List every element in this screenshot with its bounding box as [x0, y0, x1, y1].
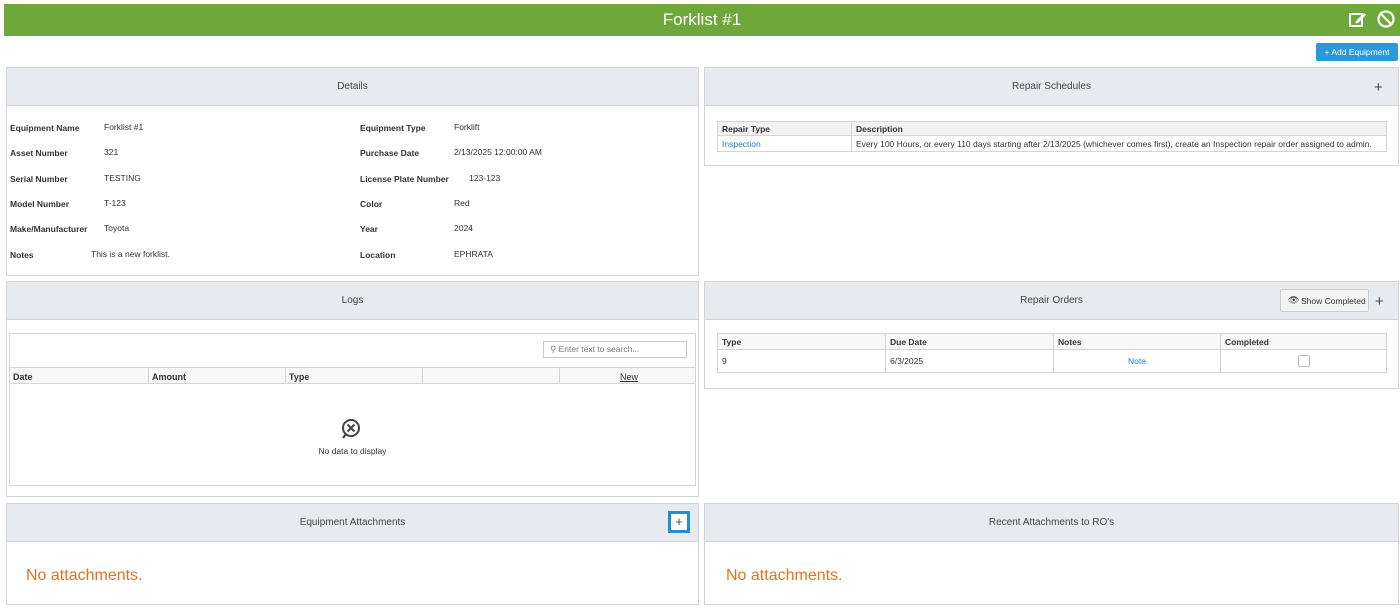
purchase-date-value: 2/13/2025 12:00:00 AM [454, 147, 542, 157]
logs-title: Logs [341, 295, 364, 306]
show-completed-label: Show Completed [1301, 296, 1366, 306]
eye-icon: 👁 [1288, 295, 1300, 305]
repair-orders-table: Type Due Date Notes Completed 9 6/3/2025… [717, 333, 1387, 373]
equipment-attachments-header: Equipment Attachments + [7, 504, 698, 542]
logs-header-row: Date Amount Type New [10, 367, 695, 384]
cancel-circle-icon[interactable] [1376, 9, 1396, 29]
equipment-attachments-panel: Equipment Attachments + No attachments. [6, 503, 699, 605]
equipment-attachments-title: Equipment Attachments [299, 517, 406, 528]
search-icon: ⚲ [550, 344, 557, 354]
equipment-name-label: Equipment Name [10, 123, 80, 133]
repair-orders-panel: Repair Orders 👁 Show Completed + Type Du… [704, 281, 1399, 389]
column-divider [559, 368, 560, 384]
logs-grid: ⚲ Enter text to search... Date Amount Ty… [9, 333, 696, 486]
repair-schedules-header: Repair Schedules + [705, 68, 1398, 106]
notes-value: This is a new forklist. [91, 249, 170, 259]
serial-number-label: Serial Number [10, 174, 68, 184]
equipment-name-value: Forklist #1 [104, 122, 144, 132]
column-header: Notes [1053, 333, 1221, 350]
title-bar: Forklist #1 [4, 4, 1400, 36]
asset-number-label: Asset Number [10, 148, 68, 158]
column-header: Amount [152, 372, 186, 382]
completed-checkbox[interactable] [1297, 355, 1310, 367]
location-label: Location [360, 250, 396, 260]
make-manufacturer-label: Make/Manufacturer [10, 224, 88, 234]
repair-type-link[interactable]: Inspection [717, 135, 852, 152]
year-value: 2024 [454, 223, 473, 233]
table-row: Inspection Every 100 Hours, or every 110… [717, 135, 1387, 152]
no-data-text: No data to display [318, 446, 387, 456]
color-label: Color [360, 199, 383, 209]
model-number-value: T-123 [104, 198, 126, 208]
column-header: Type [717, 333, 886, 350]
asset-number-value: 321 [104, 147, 119, 157]
show-completed-button[interactable]: 👁 Show Completed [1280, 289, 1369, 312]
column-header: Due Date [885, 333, 1054, 350]
license-plate-label: License Plate Number [360, 174, 449, 184]
edit-icon[interactable] [1348, 9, 1368, 29]
logs-panel: Logs ⚲ Enter text to search... Date Amou… [6, 281, 699, 497]
model-number-label: Model Number [10, 199, 70, 209]
details-header: Details [7, 68, 698, 106]
column-header: Completed [1220, 333, 1387, 350]
year-label: Year [360, 224, 378, 234]
notes-label: Notes [10, 250, 34, 260]
column-divider [148, 368, 149, 384]
repair-schedules-panel: Repair Schedules + Repair Type Descripti… [704, 67, 1399, 166]
logs-header: Logs [7, 282, 698, 320]
column-header: Date [13, 372, 33, 382]
add-attachment-plus-icon[interactable]: + [668, 511, 690, 533]
repair-orders-header: Repair Orders 👁 Show Completed + [705, 282, 1398, 320]
location-value: EPHRATA [454, 249, 493, 259]
column-divider [285, 368, 286, 384]
search-placeholder: Enter text to search... [558, 344, 640, 354]
serial-number-value: TESTING [104, 173, 141, 183]
color-value: Red [454, 198, 470, 208]
new-log-link[interactable]: New [620, 372, 638, 382]
column-header: Repair Type [717, 121, 852, 136]
table-row: 9 6/3/2025 Note [717, 349, 1387, 373]
repair-order-note-link[interactable]: Note [1053, 349, 1221, 373]
column-header: Description [851, 121, 1387, 136]
repair-description: Every 100 Hours, or every 110 days start… [851, 135, 1387, 152]
details-panel: Details Equipment Name Forklist #1 Asset… [6, 67, 699, 276]
repair-schedules-title: Repair Schedules [1012, 81, 1091, 92]
add-schedule-plus-icon[interactable]: + [1374, 80, 1383, 95]
repair-order-type: 9 [717, 349, 886, 373]
make-manufacturer-value: Toyota [104, 223, 130, 233]
completed-cell [1220, 349, 1387, 373]
license-plate-value: 123-123 [469, 173, 501, 183]
add-repair-order-plus-icon[interactable]: + [1375, 294, 1384, 309]
recent-attachments-panel: Recent Attachments to RO's No attachment… [704, 503, 1399, 605]
no-data-icon [339, 417, 363, 443]
repair-order-due-date: 6/3/2025 [885, 349, 1054, 373]
no-recent-attachments-text: No attachments. [726, 567, 843, 584]
purchase-date-label: Purchase Date [360, 148, 420, 158]
column-divider [422, 368, 423, 384]
column-header: Type [289, 372, 310, 382]
page-title: Forklist #1 [662, 10, 742, 29]
recent-attachments-title: Recent Attachments to RO's [988, 517, 1115, 528]
repair-schedules-table: Repair Type Description Inspection Every… [717, 121, 1387, 152]
recent-attachments-header: Recent Attachments to RO's [705, 504, 1398, 542]
equipment-type-label: Equipment Type [360, 123, 426, 133]
add-equipment-button[interactable]: + Add Equipment [1316, 43, 1398, 61]
details-title: Details [337, 81, 368, 92]
no-attachments-text: No attachments. [26, 567, 143, 584]
equipment-type-value: Forklift [454, 122, 480, 132]
logs-search-input[interactable]: ⚲ Enter text to search... [543, 341, 687, 358]
